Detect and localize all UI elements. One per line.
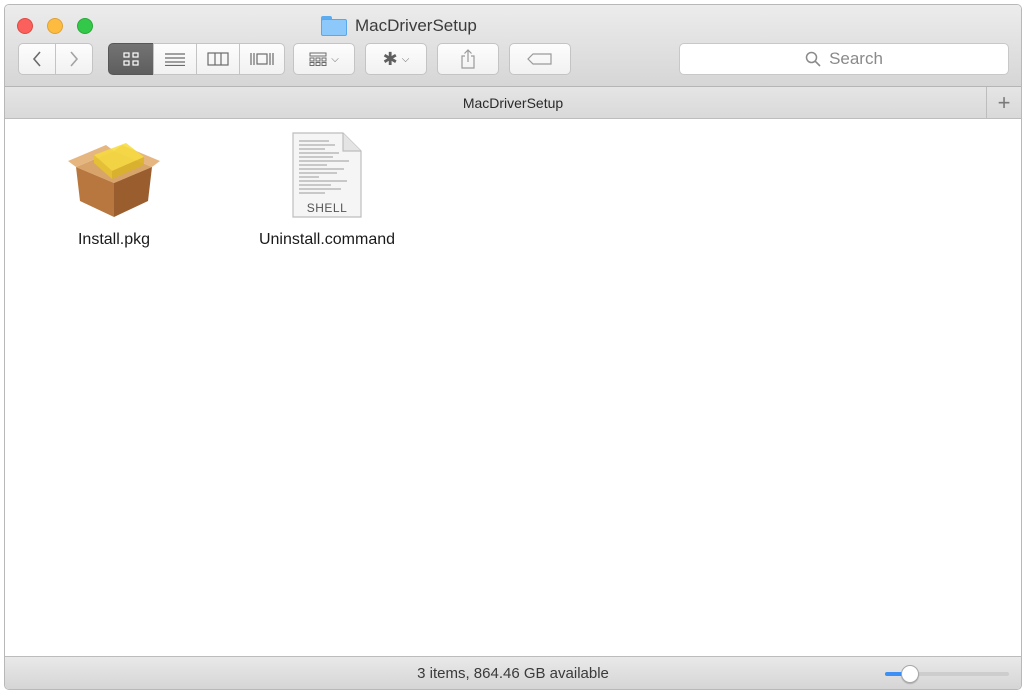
status-bar: 3 items, 864.46 GB available [5,656,1021,689]
chevron-right-icon [70,51,79,67]
file-name: Uninstall.command [258,231,396,248]
share-icon [461,49,475,69]
shell-badge: SHELL [306,201,348,215]
icon-view-icon [123,52,139,66]
column-view-button[interactable] [196,43,240,75]
slider-knob[interactable] [900,665,919,683]
maximize-button[interactable] [77,18,93,34]
window-title-text: MacDriverSetup [355,16,477,35]
chevron-down-icon: ⌵ [331,53,339,65]
navigation-buttons [18,43,93,75]
icon-size-slider[interactable] [885,665,1009,683]
minimize-button[interactable] [47,18,63,34]
column-view-icon [207,52,229,66]
file-name: Install.pkg [77,231,151,248]
search-icon [805,51,821,67]
finder-window: MacDriverSetup ⌵ ✱ ⌵ Search MacDriverSet… [4,4,1022,690]
icon-view-button[interactable] [108,43,154,75]
window-title: MacDriverSetup [321,14,477,38]
forward-button[interactable] [55,43,93,75]
package-icon [68,143,160,217]
file-browser-area: Install.pkg SHELL Uninstall.command [5,119,1021,659]
status-text: 3 items, 864.46 GB available [417,664,609,682]
gear-icon: ✱ [382,48,398,69]
tab-bar: MacDriverSetup + [5,87,1021,119]
file-item[interactable]: Install.pkg [19,137,209,249]
tab-macdriversetup[interactable]: MacDriverSetup [463,95,563,111]
cover-flow-view-button[interactable] [239,43,285,75]
list-view-button[interactable] [153,43,197,75]
chevron-left-icon [32,51,41,67]
arrange-grid-icon [309,52,327,66]
search-placeholder: Search [829,49,883,68]
chevron-down-icon: ⌵ [401,53,410,65]
close-button[interactable] [17,18,33,34]
view-mode-control [108,43,285,75]
share-button[interactable] [437,43,499,75]
arrange-button[interactable]: ⌵ [293,43,355,75]
tag-icon [527,53,552,65]
list-view-icon [165,53,185,66]
title-bar: MacDriverSetup ⌵ ✱ ⌵ Search [5,5,1021,87]
search-field[interactable]: Search [679,43,1009,75]
new-tab-button[interactable]: + [986,87,1021,118]
file-item[interactable]: SHELL Uninstall.command [232,131,422,249]
cover-flow-view-icon [250,53,274,65]
folder-icon [321,16,347,36]
action-button[interactable]: ✱ ⌵ [365,43,427,75]
tags-button[interactable] [509,43,571,75]
back-button[interactable] [18,43,56,75]
